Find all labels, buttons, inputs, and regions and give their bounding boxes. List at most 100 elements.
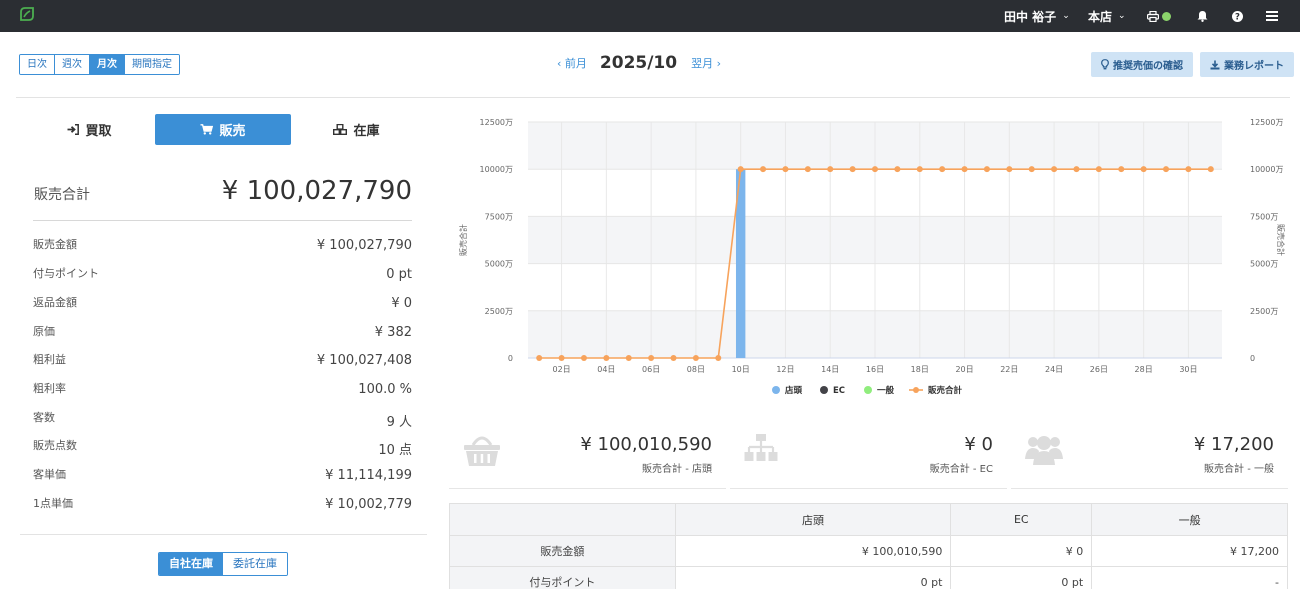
menu-button[interactable]	[1266, 0, 1278, 32]
line-point-day-14	[827, 166, 834, 173]
x-axis-tick-label: 14日	[821, 365, 839, 374]
table-cell: ¥ 100,010,590	[674, 535, 952, 567]
line-point-day-10	[737, 166, 744, 173]
stat-value: ¥ 17,200	[1193, 434, 1274, 455]
tab-daily[interactable]: 日次	[20, 55, 55, 74]
line-point-day-1	[536, 355, 543, 361]
summary-row-value: 10 点	[378, 443, 412, 458]
user-menu[interactable]: 田中 裕子 ⌄	[1004, 0, 1070, 32]
store-menu[interactable]: 本店 ⌄	[1088, 0, 1126, 32]
summary-row: 付与ポイント 0 pt	[33, 265, 412, 285]
stat-label: 販売合計 - 一般	[1204, 464, 1274, 475]
sitemap-icon	[744, 434, 778, 461]
business-report-button[interactable]: 業務レポート	[1200, 52, 1294, 77]
tab-monthly[interactable]: 月次	[90, 55, 125, 74]
summary-row: 粗利益 ¥ 100,027,408	[33, 351, 412, 371]
tab-weekly[interactable]: 週次	[55, 55, 90, 74]
table-cell: ¥ 0	[950, 535, 1093, 567]
x-axis-tick-label: 12日	[776, 365, 794, 374]
summary-row-value: ¥ 100,027,790	[316, 238, 412, 253]
line-point-day-23	[1028, 166, 1035, 173]
line-point-day-28	[1140, 166, 1147, 173]
help-button[interactable]: ?	[1232, 0, 1243, 32]
tab-consigned-stock[interactable]: 委託在庫	[223, 553, 287, 575]
tab-buy-label: 買取	[85, 124, 112, 139]
tab-stock[interactable]: 在庫	[291, 114, 422, 145]
summary-row-label: 粗利益	[33, 353, 66, 366]
store-name: 本店	[1088, 9, 1113, 24]
help-icon: ?	[1232, 10, 1243, 22]
table-row: 付与ポイント 0 pt 0 pt -	[449, 566, 1288, 589]
summary-row-label: 返品金額	[33, 296, 77, 309]
divider	[33, 220, 412, 221]
summary-row: 1点単価 ¥ 10,002,779	[33, 495, 412, 515]
table-row: 販売金額 ¥ 100,010,590 ¥ 0 ¥ 17,200	[449, 535, 1288, 567]
total-sales-label: 販売合計	[34, 187, 90, 203]
line-point-day-7	[670, 355, 677, 361]
tab-buy[interactable]: 買取	[24, 114, 155, 145]
line-point-day-12	[782, 166, 789, 173]
divider	[16, 97, 1290, 98]
x-axis-tick-label: 18日	[911, 365, 929, 374]
stat-card-store: ¥ 100,010,590 販売合計 - 店頭	[449, 425, 726, 489]
download-icon	[1210, 60, 1220, 69]
table-cell: 0 pt	[674, 566, 952, 589]
table-header	[449, 503, 676, 536]
y-axis-tick-label: 7500万	[485, 212, 513, 221]
prev-month-link[interactable]: ‹ 前月	[557, 55, 587, 71]
stat-card-ec: ¥ 0 販売合計 - EC	[730, 425, 1007, 489]
line-point-day-5	[625, 355, 632, 361]
x-axis-tick-label: 16日	[866, 365, 884, 374]
summary-row: 原価 ¥ 382	[33, 323, 412, 343]
tab-own-stock[interactable]: 自社在庫	[159, 553, 223, 575]
table-header: 一般	[1091, 503, 1288, 536]
tab-custom-period[interactable]: 期間指定	[125, 55, 179, 74]
total-sales-value: ¥ 100,027,790	[221, 176, 412, 206]
line-point-day-25	[1073, 166, 1080, 173]
y-axis-tick-label: 12500万	[480, 118, 513, 127]
summary-row-value: ¥ 100,027,408	[316, 353, 412, 368]
table-cell: 0 pt	[950, 566, 1093, 589]
next-month-link[interactable]: 翌月 ›	[691, 55, 721, 71]
summary-row-label: 客数	[33, 411, 55, 424]
line-point-day-2	[558, 355, 565, 361]
legend-label: 店頭	[784, 385, 803, 396]
table-cell: 販売金額	[449, 535, 676, 567]
line-point-day-9	[715, 355, 722, 361]
y-axis-tick-label: 0	[508, 354, 513, 363]
x-axis-tick-label: 08日	[687, 365, 705, 374]
summary-row: 返品金額 ¥ 0	[33, 294, 412, 314]
line-point-day-27	[1118, 166, 1125, 173]
printer-status[interactable]	[1147, 0, 1171, 32]
summary-row-value: ¥ 10,002,779	[325, 497, 412, 512]
notifications-button[interactable]	[1197, 0, 1208, 32]
x-axis-tick-label: 24日	[1045, 365, 1063, 374]
recommend-price-button[interactable]: 推奨売価の確認	[1091, 52, 1193, 77]
channel-breakdown-table: 店頭 EC 一般 販売金額 ¥ 100,010,590 ¥ 0 ¥ 17,200…	[449, 503, 1288, 589]
tab-sell[interactable]: 販売	[155, 114, 291, 145]
tab-stock-label: 在庫	[353, 124, 380, 139]
summary-row: 客数 9 人	[33, 409, 412, 430]
business-report-label: 業務レポート	[1224, 61, 1284, 72]
x-axis-tick-label: 20日	[955, 365, 973, 374]
tab-sell-label: 販売	[219, 124, 246, 139]
period-tabs: 日次 週次 月次 期間指定	[19, 54, 180, 75]
stat-value: ¥ 0	[964, 434, 993, 455]
summary-row: 客単価 ¥ 11,114,199	[33, 466, 412, 486]
menu-icon	[1266, 11, 1278, 21]
bell-icon	[1197, 11, 1208, 22]
chevron-down-icon: ⌄	[1062, 11, 1070, 21]
sales-chart: 0 0 2500万 2500万 5000万 5000万 7500万 7500万 10000万 10…	[458, 118, 1286, 396]
line-point-day-22	[1006, 166, 1013, 173]
stat-card-general: ¥ 17,200 販売合計 - 一般	[1011, 425, 1288, 489]
table-cell: -	[1091, 566, 1288, 589]
summary-row-label: 原価	[33, 325, 55, 338]
line-point-day-11	[760, 166, 767, 173]
x-axis-tick-label: 02日	[552, 365, 570, 374]
table-header-row: 店頭 EC 一般	[449, 503, 1288, 536]
leaf-logo-icon[interactable]	[18, 5, 36, 23]
status-dot-icon	[1162, 11, 1171, 21]
summary-row: 販売点数 10 点	[33, 437, 412, 458]
line-point-day-20	[961, 166, 968, 173]
printer-icon	[1147, 10, 1159, 22]
